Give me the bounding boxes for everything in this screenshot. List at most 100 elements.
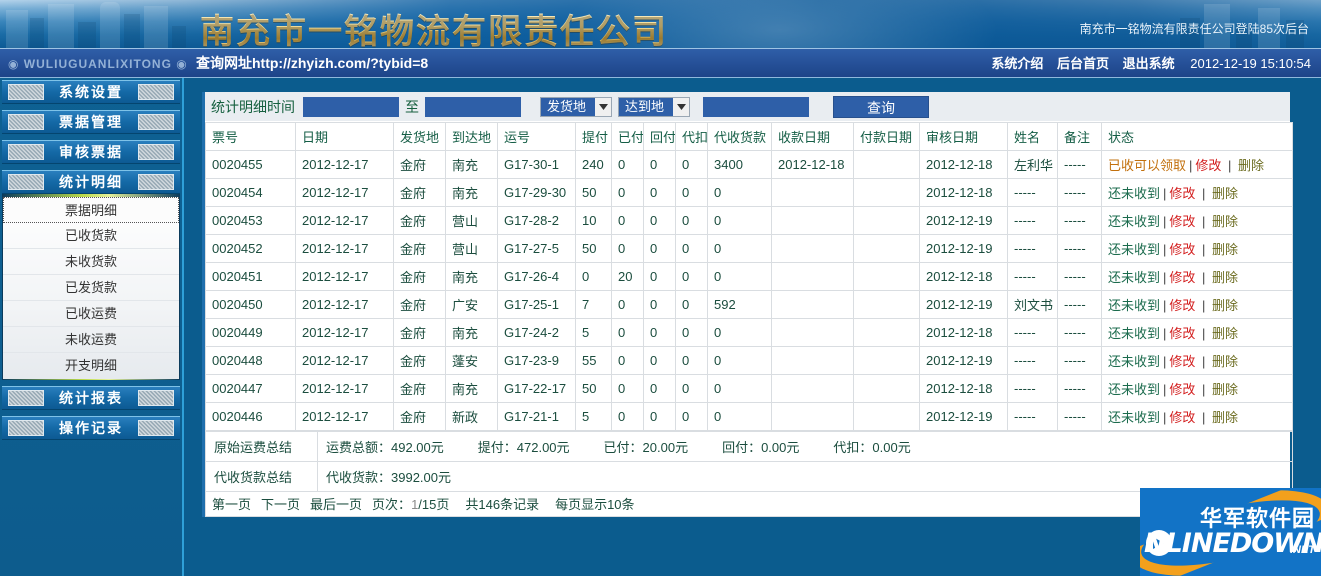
edit-link[interactable]: 修改 bbox=[1169, 242, 1195, 257]
pager-page-label: 页次： bbox=[372, 497, 412, 512]
sidebar-item-received-freight[interactable]: 已收运费 bbox=[3, 301, 179, 327]
delete-link[interactable]: 删除 bbox=[1212, 326, 1238, 341]
col-header-destination: 到达地 bbox=[445, 122, 498, 151]
cell-receipt-date bbox=[771, 402, 854, 431]
pager-total-pages: /15页 bbox=[418, 497, 450, 512]
cell-receipt-date bbox=[771, 178, 854, 207]
cell-date: 2012-12-17 bbox=[295, 150, 394, 179]
sidebar-group-operation-log[interactable]: 操作记录 bbox=[2, 416, 180, 440]
cell-audit-date: 2012-12-19 bbox=[919, 234, 1008, 263]
bill-detail-table: 票号 日期 发货地 到达地 运号 提付 已付 回付 代扣 代收货款 收款日期 付… bbox=[205, 122, 1293, 431]
sidebar-item-bill-detail[interactable]: 票据明细 bbox=[3, 197, 179, 223]
cell-payment-date bbox=[853, 402, 920, 431]
cell-payment-date bbox=[853, 318, 920, 347]
cell-audit-date: 2012-12-18 bbox=[919, 318, 1008, 347]
keyword-input[interactable] bbox=[703, 96, 809, 117]
summary-freight-label: 原始运费总结 bbox=[205, 431, 318, 462]
origin-select[interactable]: 发货地 bbox=[540, 96, 612, 117]
onlinedown-watermark: 华军软件园 NLINEDOWN .NET bbox=[1140, 488, 1321, 576]
sidebar-item-unreceived-goods-payment[interactable]: 未收货款 bbox=[3, 249, 179, 275]
delete-link[interactable]: 删除 bbox=[1212, 410, 1238, 425]
nav-link-logout[interactable]: 退出系统 bbox=[1123, 56, 1175, 71]
col-header-payment-date: 付款日期 bbox=[853, 122, 920, 151]
skyline-building bbox=[124, 14, 140, 48]
cell-waybill-no: G17-22-17 bbox=[497, 374, 576, 403]
status-badge: 还未收到 bbox=[1108, 186, 1161, 201]
sidebar-group-system-settings[interactable]: 系统设置 bbox=[2, 80, 180, 104]
sidebar-group-statistics-report[interactable]: 统计报表 bbox=[2, 386, 180, 410]
menu-ornament-left-icon bbox=[8, 390, 44, 406]
cell-audit-date: 2012-12-19 bbox=[919, 346, 1008, 375]
skyline-building bbox=[172, 26, 186, 48]
delete-link[interactable]: 删除 bbox=[1212, 270, 1238, 285]
delete-link[interactable]: 删除 bbox=[1212, 354, 1238, 369]
edit-link[interactable]: 修改 bbox=[1169, 186, 1195, 201]
edit-link[interactable]: 修改 bbox=[1195, 158, 1221, 173]
destination-select[interactable]: 达到地 bbox=[618, 96, 690, 117]
cell-origin: 金府 bbox=[393, 178, 446, 207]
delete-link[interactable]: 删除 bbox=[1212, 298, 1238, 313]
delete-link[interactable]: 删除 bbox=[1212, 242, 1238, 257]
summary-cod-values: 代收货款：3992.00元 bbox=[317, 461, 1293, 492]
date-range-separator: 至 bbox=[405, 98, 419, 115]
cell-name: ----- bbox=[1007, 402, 1058, 431]
sidebar-item-expense-detail[interactable]: 开支明细 bbox=[3, 353, 179, 379]
cell-remark: ----- bbox=[1057, 402, 1102, 431]
date-to-input[interactable] bbox=[425, 96, 521, 117]
status-badge: 已收可以领取 bbox=[1108, 158, 1187, 173]
cell-status: 还未收到 | 修改 | 删除 bbox=[1101, 262, 1293, 291]
cell-paid: 0 bbox=[611, 402, 644, 431]
edit-link[interactable]: 修改 bbox=[1169, 326, 1195, 341]
pager-next-link[interactable]: 下一页 bbox=[261, 497, 300, 512]
sidebar-item-unreceived-freight[interactable]: 未收运费 bbox=[3, 327, 179, 353]
cell-bill-no: 0020454 bbox=[205, 178, 296, 207]
cell-deduction: 0 bbox=[675, 206, 708, 235]
cell-bill-no: 0020448 bbox=[205, 346, 296, 375]
sidebar-group-label: 统计明细 bbox=[59, 174, 123, 190]
search-button[interactable]: 查询 bbox=[833, 95, 929, 118]
status-badge: 还未收到 bbox=[1108, 410, 1161, 425]
edit-link[interactable]: 修改 bbox=[1169, 410, 1195, 425]
edit-link[interactable]: 修改 bbox=[1169, 382, 1195, 397]
status-separator: | bbox=[1163, 410, 1167, 425]
sidebar-item-sent-goods-payment[interactable]: 已发货款 bbox=[3, 275, 179, 301]
delete-link[interactable]: 删除 bbox=[1238, 158, 1264, 173]
cell-name: ----- bbox=[1007, 346, 1058, 375]
table-body: 0020455 2012-12-17 金府 南充 G17-30-1 240 0 0 0 3400 2… bbox=[205, 150, 1293, 431]
sidebar-group-statistics-detail[interactable]: 统计明细 bbox=[2, 170, 180, 194]
sidebar-group-bill-management[interactable]: 票据管理 bbox=[2, 110, 180, 134]
delete-link[interactable]: 删除 bbox=[1212, 382, 1238, 397]
col-header-origin: 发货地 bbox=[393, 122, 446, 151]
pager-last-link[interactable]: 最后一页 bbox=[310, 497, 362, 512]
status-badge: 还未收到 bbox=[1108, 214, 1161, 229]
chevron-down-icon bbox=[673, 97, 689, 116]
pager-first-link[interactable]: 第一页 bbox=[212, 497, 251, 512]
cell-date: 2012-12-17 bbox=[295, 206, 394, 235]
cell-return-pay: 0 bbox=[643, 178, 676, 207]
delete-link[interactable]: 删除 bbox=[1212, 186, 1238, 201]
cell-cod: 0 bbox=[707, 374, 772, 403]
menu-ornament-right-icon bbox=[138, 84, 174, 100]
cell-status: 还未收到 | 修改 | 删除 bbox=[1101, 374, 1293, 403]
cell-audit-date: 2012-12-19 bbox=[919, 206, 1008, 235]
nav-link-system-intro[interactable]: 系统介绍 bbox=[991, 56, 1043, 71]
nav-link-home[interactable]: 后台首页 bbox=[1057, 56, 1109, 71]
edit-link[interactable]: 修改 bbox=[1169, 298, 1195, 313]
cell-date: 2012-12-17 bbox=[295, 234, 394, 263]
sidebar-item-received-goods-payment[interactable]: 已收货款 bbox=[3, 223, 179, 249]
cell-status: 还未收到 | 修改 | 删除 bbox=[1101, 178, 1293, 207]
status-separator: | bbox=[1163, 298, 1167, 313]
summary-freight-item: 提付：472.00元 bbox=[477, 440, 570, 455]
edit-link[interactable]: 修改 bbox=[1169, 214, 1195, 229]
delete-link[interactable]: 删除 bbox=[1212, 214, 1238, 229]
summary-cod-label: 代收货款总结 bbox=[205, 461, 318, 492]
edit-link[interactable]: 修改 bbox=[1169, 354, 1195, 369]
edit-link[interactable]: 修改 bbox=[1169, 270, 1195, 285]
left-sidebar: 系统设置 票据管理 审核票据 统计明细 票据明细 已收货款 未收货款 已发货款 … bbox=[0, 78, 184, 576]
status-separator: | bbox=[1163, 354, 1167, 369]
sidebar-group-audit-bills[interactable]: 审核票据 bbox=[2, 140, 180, 164]
date-from-input[interactable] bbox=[303, 96, 399, 117]
pagination-bar: 第一页 下一页 最后一页 页次：1/15页 共146条记录 每页显示10条 bbox=[205, 492, 1293, 517]
cell-receipt-date: 2012-12-18 bbox=[771, 150, 854, 179]
cell-date: 2012-12-17 bbox=[295, 290, 394, 319]
